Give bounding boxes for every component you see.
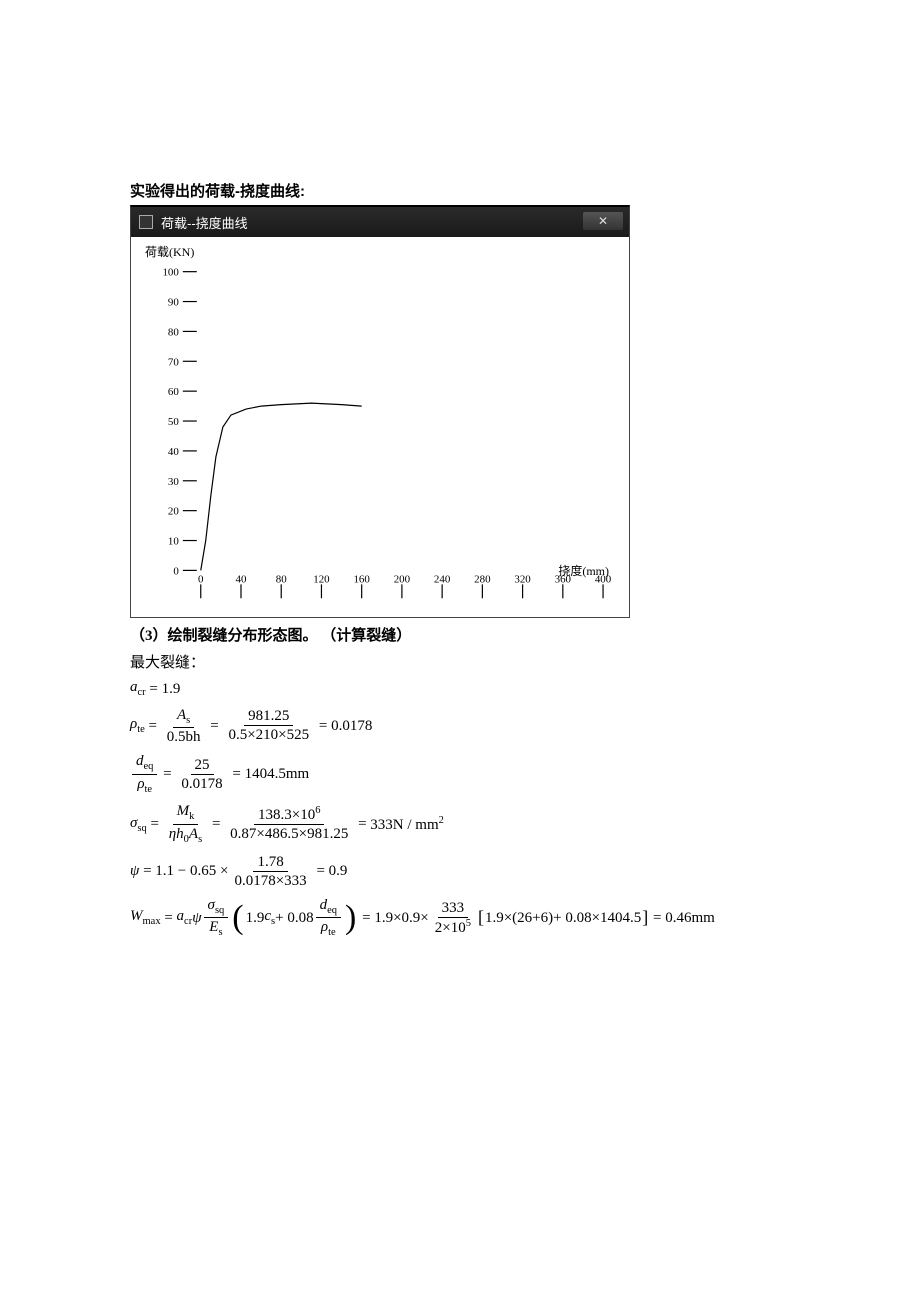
equations-block: acr = 1.9 ρte = As 0.5bh = 981.25 0.5×21…: [130, 678, 790, 940]
svg-text:80: 80: [276, 573, 287, 585]
svg-text:10: 10: [168, 536, 179, 548]
svg-text:100: 100: [162, 267, 179, 279]
section-3-heading: （3）绘制裂缝分布形态图。 （计算裂缝）: [130, 624, 790, 645]
max-crack-label: 最大裂缝：: [130, 651, 790, 672]
chart-x-axis-label: 挠度(mm): [558, 562, 609, 579]
svg-text:0: 0: [173, 565, 179, 577]
svg-text:30: 30: [168, 476, 179, 488]
svg-text:40: 40: [236, 573, 247, 585]
svg-text:120: 120: [313, 573, 330, 585]
chart-curve: [201, 403, 362, 570]
close-icon: ✕: [598, 214, 608, 228]
svg-text:200: 200: [394, 573, 411, 585]
chart-y-axis-label: 荷载(KN): [145, 243, 194, 260]
eq-rho-te: ρte = As 0.5bh = 981.25 0.5×210×525 = 0.…: [130, 706, 790, 747]
y-ticks: 0 10 20 30 40 50 60 70 80 90 100: [162, 267, 196, 578]
svg-text:90: 90: [168, 297, 179, 309]
svg-text:20: 20: [168, 506, 179, 518]
svg-text:40: 40: [168, 446, 179, 458]
svg-text:0: 0: [198, 573, 204, 585]
svg-text:240: 240: [434, 573, 451, 585]
chart-area: 荷载(KN) 挠度(mm) 0 10 20 30 40 50 60 70 80 90 100 0 40…: [131, 237, 629, 617]
titlebar: 荷载--挠度曲线 ✕: [131, 207, 629, 237]
close-button[interactable]: ✕: [583, 212, 623, 230]
chart-svg: 0 10 20 30 40 50 60 70 80 90 100 0 40 80 120 160 200 240…: [145, 247, 615, 611]
eq-sigma-sq: σsq = Mk ηh0As = 138.3×106 0.87×486.5×98…: [130, 802, 790, 846]
eq-deq-over-rho: deq ρte = 25 0.0178 = 1404.5mm: [130, 752, 790, 796]
chart-window: 荷载--挠度曲线 ✕ 荷载(KN) 挠度(mm) 0 10 20 30 40 50 60 70…: [130, 205, 630, 618]
svg-text:280: 280: [474, 573, 491, 585]
svg-text:320: 320: [514, 573, 531, 585]
eq-psi: ψ = 1.1 − 0.65 × 1.78 0.0178×333 = 0.9: [130, 853, 790, 890]
titlebar-text: 荷载--挠度曲线: [161, 213, 248, 232]
heading-experiment-curve: 实验得出的荷载-挠度曲线:: [130, 180, 790, 201]
svg-text:80: 80: [168, 326, 179, 338]
x-ticks: 04080120160200240280320360400: [198, 573, 612, 598]
eq-acr: acr = 1.9: [130, 678, 790, 700]
svg-text:60: 60: [168, 386, 179, 398]
svg-text:160: 160: [353, 573, 370, 585]
eq-wmax: Wmax = acr ψ σsq Es ( 1.9cs + 0.08 deq ρ…: [130, 896, 790, 940]
svg-text:50: 50: [168, 416, 179, 428]
window-icon: [139, 215, 153, 229]
svg-text:70: 70: [168, 356, 179, 368]
